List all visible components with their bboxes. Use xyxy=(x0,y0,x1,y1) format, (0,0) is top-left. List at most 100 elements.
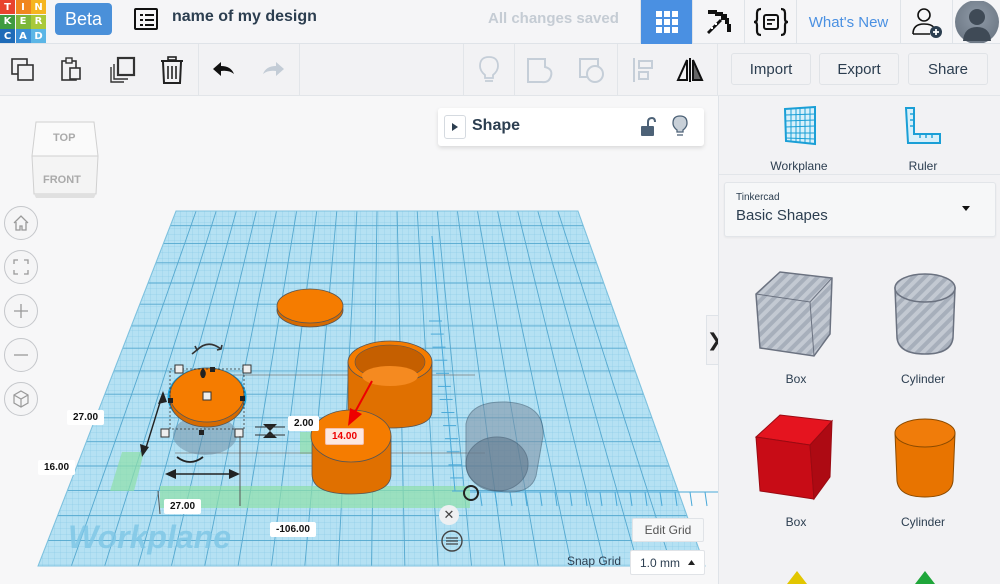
hide-button[interactable] xyxy=(472,53,506,87)
x-position-label[interactable]: -106.00 xyxy=(270,522,316,537)
redo-button[interactable] xyxy=(256,53,290,87)
logo-letter: C xyxy=(0,29,15,43)
codeblocks-icon xyxy=(753,7,788,37)
ruler-menu-button[interactable] xyxy=(440,529,464,553)
selected-disc-shape[interactable] xyxy=(167,367,247,455)
depth-dimension-label[interactable]: 27.00 xyxy=(67,410,105,425)
height-dimension-label[interactable]: 2.00 xyxy=(288,416,320,431)
logo-letter: E xyxy=(15,14,31,29)
panel-divider xyxy=(719,174,1000,175)
paste-button[interactable] xyxy=(55,53,89,87)
y-position-label[interactable]: 16.00 xyxy=(38,460,76,475)
viewcube-top[interactable]: TOP xyxy=(53,132,75,144)
fit-view-button[interactable] xyxy=(4,250,38,284)
caret-right-icon xyxy=(452,123,458,131)
toolbar-divider xyxy=(463,44,464,96)
home-view-button[interactable] xyxy=(4,206,38,240)
mirror-button[interactable] xyxy=(673,53,707,87)
zoom-out-button[interactable] xyxy=(4,338,38,372)
mirror-icon xyxy=(676,58,704,82)
toolbar-divider xyxy=(198,44,199,96)
solid-box-icon xyxy=(754,414,834,501)
design-name[interactable]: name of my design xyxy=(172,8,317,26)
width-dimension-label[interactable]: 27.00 xyxy=(164,499,202,514)
caret-down-icon xyxy=(962,206,970,211)
duplicate-button[interactable] xyxy=(106,53,140,87)
snap-grid-value: 1.0 mm xyxy=(640,555,681,570)
paste-icon xyxy=(61,57,81,81)
minus-icon xyxy=(14,354,28,356)
shape-tile-box-solid[interactable]: Box xyxy=(746,409,846,529)
viewcube-front[interactable]: FRONT xyxy=(43,174,81,186)
shape-tile-cylinder-hole[interactable]: Cylinder xyxy=(873,266,973,386)
3d-design-view-button[interactable] xyxy=(640,0,692,44)
elevation-dimension-label[interactable]: 14.00 xyxy=(325,428,365,445)
import-button[interactable]: Import xyxy=(731,53,811,85)
library-source: Tinkercad xyxy=(736,192,780,203)
workplane-tool[interactable]: Workplane xyxy=(749,104,849,174)
ruler-tick xyxy=(704,491,708,507)
blocks-minecraft-button[interactable] xyxy=(692,0,744,44)
expand-inspector-button[interactable] xyxy=(444,115,466,139)
caret-up-icon xyxy=(688,560,695,565)
logo-letter: D xyxy=(31,29,46,43)
whats-new-link[interactable]: What's New xyxy=(796,0,900,44)
cube-perspective-icon xyxy=(13,390,29,408)
pyramid-shape-icon[interactable] xyxy=(915,571,935,584)
export-button[interactable]: Export xyxy=(819,53,899,85)
share-button[interactable]: Share xyxy=(908,53,988,85)
hole-cylinder-icon xyxy=(894,273,956,355)
x-position-guide xyxy=(160,486,470,508)
top-header: T I N K E R C A D Beta name of my design… xyxy=(0,0,1000,44)
roof-shape-icon[interactable] xyxy=(787,571,807,584)
disc-shape[interactable] xyxy=(276,288,344,328)
3d-viewport[interactable]: Workplane TOP FRONT Shape 27.00 16.00 27… xyxy=(0,96,718,584)
zoom-in-button[interactable] xyxy=(4,294,38,328)
ruler-tool[interactable]: Ruler xyxy=(873,104,973,174)
workplane-watermark: Workplane xyxy=(68,519,231,555)
fit-view-icon xyxy=(13,259,29,275)
shape-inspector: Shape xyxy=(438,108,704,146)
close-ruler-button[interactable]: ✕ xyxy=(439,505,459,525)
shape-library-select[interactable]: Tinkercad Basic Shapes xyxy=(724,182,996,237)
add-user-icon xyxy=(911,8,942,38)
ungroup-button[interactable] xyxy=(575,53,609,87)
logo-letter: K xyxy=(0,14,15,29)
align-button[interactable] xyxy=(626,53,660,87)
hole-cylinder-shape[interactable] xyxy=(465,401,544,493)
lightbulb-icon[interactable] xyxy=(672,115,688,137)
delete-button[interactable] xyxy=(155,53,189,87)
logo-letter: T xyxy=(0,0,15,14)
workplane-icon xyxy=(783,106,816,146)
logo-letter: N xyxy=(31,0,46,14)
home-icon xyxy=(13,215,29,231)
inspector-title: Shape xyxy=(472,117,521,134)
snap-grid-select[interactable]: 1.0 mm xyxy=(630,550,705,575)
perspective-toggle-button[interactable] xyxy=(4,382,38,416)
group-button[interactable] xyxy=(523,53,557,87)
undo-button[interactable] xyxy=(207,53,241,87)
shape-label: Box xyxy=(785,372,807,386)
close-icon: ✕ xyxy=(443,507,455,523)
design-list-icon[interactable] xyxy=(134,8,158,30)
group-icon xyxy=(527,58,553,84)
plus-icon xyxy=(14,304,28,318)
beta-badge[interactable]: Beta xyxy=(55,3,112,35)
tinkercad-logo[interactable]: T I N K E R C A D xyxy=(0,0,46,43)
lightbulb-icon xyxy=(479,56,499,82)
copy-icon xyxy=(11,58,34,81)
trash-icon xyxy=(161,56,183,84)
copy-button[interactable] xyxy=(6,53,40,87)
view-cube[interactable]: TOP FRONT xyxy=(30,118,100,200)
library-category: Basic Shapes xyxy=(736,207,828,224)
codeblocks-button[interactable] xyxy=(744,0,796,44)
workplane-scene[interactable]: Workplane xyxy=(0,96,718,584)
unlock-icon[interactable] xyxy=(640,117,656,137)
shape-tile-cylinder-solid[interactable]: Cylinder xyxy=(873,409,973,529)
shape-tile-box-hole[interactable]: Box xyxy=(746,266,846,386)
edit-grid-button[interactable]: Edit Grid xyxy=(632,518,704,542)
invite-user-button[interactable] xyxy=(900,0,952,44)
avatar-icon xyxy=(954,1,999,43)
user-avatar[interactable] xyxy=(952,0,1000,44)
pickaxe-icon xyxy=(706,10,731,34)
